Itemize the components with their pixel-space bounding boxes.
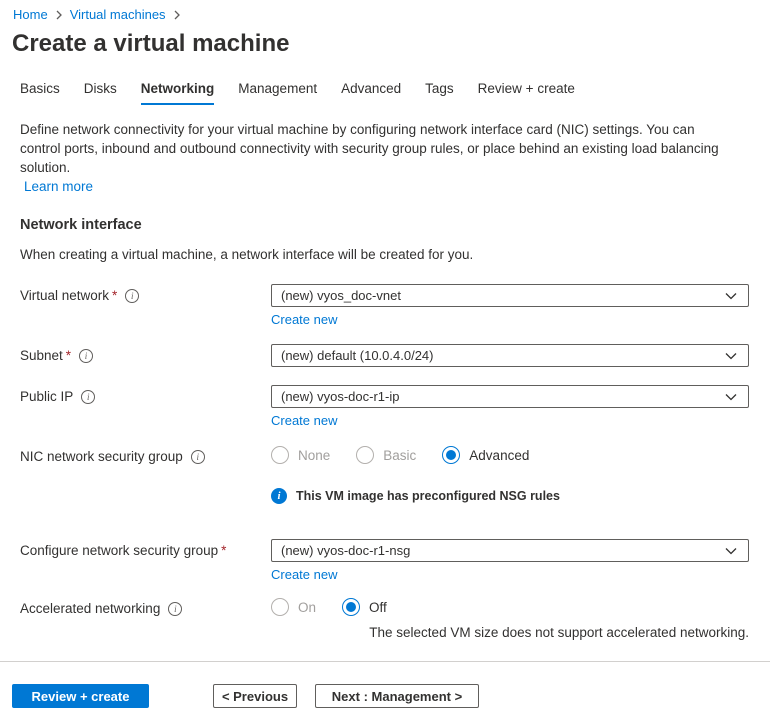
page-title: Create a virtual machine bbox=[12, 30, 770, 58]
tab-advanced[interactable]: Advanced bbox=[341, 81, 401, 105]
radio-circle-icon bbox=[356, 446, 374, 464]
radio-label: Advanced bbox=[469, 448, 529, 463]
field-row-nic-nsg: NIC network security group i None Basic … bbox=[0, 445, 770, 464]
field-row-configure-nsg: Configure network security group * (new)… bbox=[0, 539, 770, 582]
field-label-text: Accelerated networking bbox=[20, 601, 160, 616]
field-row-public-ip: Public IP i (new) vyos-doc-r1-ip Create … bbox=[0, 385, 770, 428]
accelerated-networking-control: On Off bbox=[271, 597, 749, 616]
field-label-text: Subnet bbox=[20, 348, 63, 363]
virtual-network-label: Virtual network * i bbox=[20, 284, 271, 303]
nic-nsg-radio-group: None Basic Advanced bbox=[271, 445, 749, 464]
public-ip-control: (new) vyos-doc-r1-ip Create new bbox=[271, 385, 749, 428]
next-management-button[interactable]: Next : Management > bbox=[315, 684, 479, 708]
chevron-down-icon bbox=[724, 291, 738, 301]
field-label-text: Configure network security group bbox=[20, 543, 218, 558]
radio-label: Basic bbox=[383, 448, 416, 463]
field-label-text: Virtual network bbox=[20, 288, 109, 303]
configure-nsg-create-new-link[interactable]: Create new bbox=[271, 567, 337, 582]
virtual-network-control: (new) vyos_doc-vnet Create new bbox=[271, 284, 749, 327]
virtual-network-value: (new) vyos_doc-vnet bbox=[281, 288, 401, 303]
configure-nsg-label: Configure network security group * bbox=[20, 539, 271, 558]
radio-off[interactable]: Off bbox=[342, 598, 387, 616]
radio-basic: Basic bbox=[356, 446, 416, 464]
chevron-right-icon bbox=[173, 10, 181, 20]
accelerated-networking-radio-group: On Off bbox=[271, 597, 749, 616]
radio-circle-icon bbox=[271, 598, 289, 616]
public-ip-label: Public IP i bbox=[20, 385, 271, 404]
public-ip-create-new-link[interactable]: Create new bbox=[271, 413, 337, 428]
accelerated-networking-label: Accelerated networking i bbox=[20, 597, 271, 616]
field-row-virtual-network: Virtual network * i (new) vyos_doc-vnet … bbox=[0, 284, 770, 327]
subnet-select[interactable]: (new) default (10.0.4.0/24) bbox=[271, 344, 749, 367]
nic-nsg-label: NIC network security group i bbox=[20, 445, 271, 464]
subnet-label: Subnet * i bbox=[20, 344, 271, 363]
info-filled-icon: i bbox=[271, 488, 287, 504]
chevron-down-icon bbox=[724, 546, 738, 556]
tab-review-create[interactable]: Review + create bbox=[478, 81, 575, 105]
breadcrumb: Home Virtual machines bbox=[0, 0, 770, 22]
field-label-text: NIC network security group bbox=[20, 449, 183, 464]
public-ip-select[interactable]: (new) vyos-doc-r1-ip bbox=[271, 385, 749, 408]
field-row-subnet: Subnet * i (new) default (10.0.4.0/24) bbox=[0, 344, 770, 367]
radio-circle-icon bbox=[442, 446, 460, 464]
radio-circle-icon bbox=[271, 446, 289, 464]
nsg-info-note: i This VM image has preconfigured NSG ru… bbox=[271, 488, 770, 504]
required-marker: * bbox=[221, 543, 226, 558]
public-ip-value: (new) vyos-doc-r1-ip bbox=[281, 389, 399, 404]
info-icon[interactable]: i bbox=[125, 289, 139, 303]
info-icon[interactable]: i bbox=[191, 450, 205, 464]
network-interface-subtext: When creating a virtual machine, a netwo… bbox=[20, 247, 770, 262]
virtual-network-select[interactable]: (new) vyos_doc-vnet bbox=[271, 284, 749, 307]
field-row-accelerated-networking: Accelerated networking i On Off bbox=[0, 597, 770, 616]
configure-nsg-control: (new) vyos-doc-r1-nsg Create new bbox=[271, 539, 749, 582]
chevron-down-icon bbox=[724, 351, 738, 361]
tab-tags[interactable]: Tags bbox=[425, 81, 454, 105]
radio-label: Off bbox=[369, 600, 387, 615]
tab-management[interactable]: Management bbox=[238, 81, 317, 105]
footer-bar: Review + create < Previous Next : Manage… bbox=[0, 661, 770, 718]
breadcrumb-link-home[interactable]: Home bbox=[13, 7, 48, 22]
field-label-text: Public IP bbox=[20, 389, 73, 404]
accelerated-networking-note: The selected VM size does not support ac… bbox=[20, 625, 749, 640]
configure-nsg-select[interactable]: (new) vyos-doc-r1-nsg bbox=[271, 539, 749, 562]
radio-none: None bbox=[271, 446, 330, 464]
virtual-network-create-new-link[interactable]: Create new bbox=[271, 312, 337, 327]
radio-label: On bbox=[298, 600, 316, 615]
learn-more-link[interactable]: Learn more bbox=[24, 179, 93, 194]
radio-label: None bbox=[298, 448, 330, 463]
nsg-info-note-text: This VM image has preconfigured NSG rule… bbox=[296, 489, 560, 503]
info-icon[interactable]: i bbox=[168, 602, 182, 616]
tab-disks[interactable]: Disks bbox=[84, 81, 117, 105]
tab-basics[interactable]: Basics bbox=[20, 81, 60, 105]
info-icon[interactable]: i bbox=[79, 349, 93, 363]
subnet-value: (new) default (10.0.4.0/24) bbox=[281, 348, 433, 363]
tab-bar: Basics Disks Networking Management Advan… bbox=[20, 81, 770, 105]
configure-nsg-value: (new) vyos-doc-r1-nsg bbox=[281, 543, 410, 558]
info-icon[interactable]: i bbox=[81, 390, 95, 404]
chevron-down-icon bbox=[724, 392, 738, 402]
radio-advanced[interactable]: Advanced bbox=[442, 446, 529, 464]
required-marker: * bbox=[112, 288, 117, 303]
radio-on: On bbox=[271, 598, 316, 616]
previous-button[interactable]: < Previous bbox=[213, 684, 297, 708]
page-content: Home Virtual machines Create a virtual m… bbox=[0, 0, 770, 661]
breadcrumb-link-virtual-machines[interactable]: Virtual machines bbox=[70, 7, 166, 22]
network-interface-heading: Network interface bbox=[20, 217, 770, 233]
review-create-button[interactable]: Review + create bbox=[12, 684, 149, 708]
radio-circle-icon bbox=[342, 598, 360, 616]
intro-text: Define network connectivity for your vir… bbox=[20, 120, 736, 177]
tab-networking[interactable]: Networking bbox=[141, 81, 215, 105]
required-marker: * bbox=[66, 348, 71, 363]
subnet-control: (new) default (10.0.4.0/24) bbox=[271, 344, 749, 367]
nic-nsg-control: None Basic Advanced bbox=[271, 445, 749, 464]
chevron-right-icon bbox=[55, 10, 63, 20]
